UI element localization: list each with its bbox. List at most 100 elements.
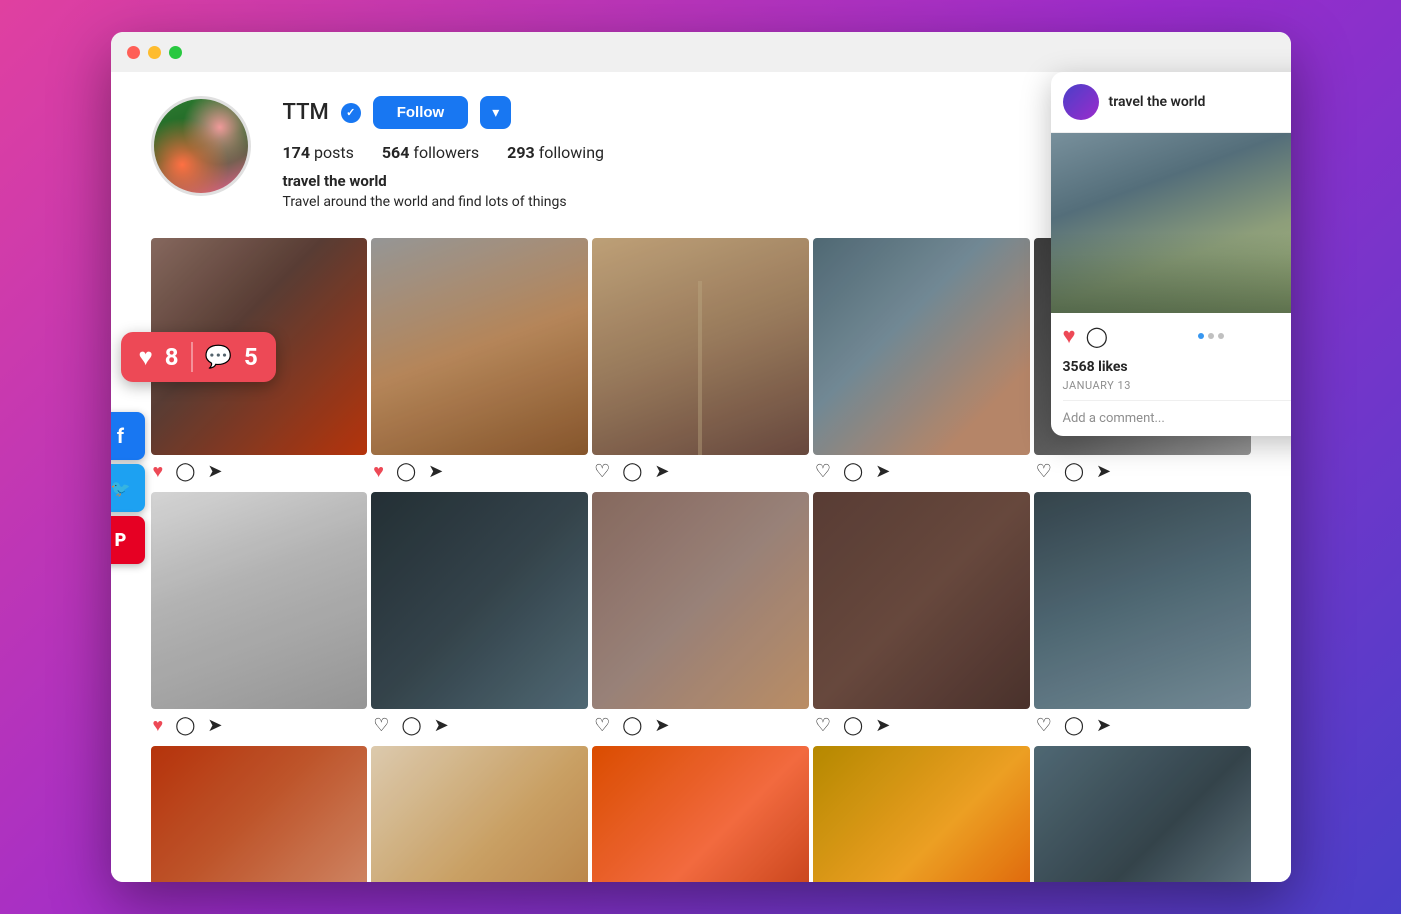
photo-actions: ◯ ➤ [1034, 455, 1251, 488]
username-label: TTM [283, 100, 329, 125]
comment-icon[interactable]: ◯ [843, 715, 863, 736]
dropdown-button[interactable]: ▾ [480, 96, 511, 129]
following-label: following [539, 143, 604, 162]
popup-likes-count: 3568 likes [1051, 359, 1291, 379]
list-item[interactable]: ◯ ➤ [813, 492, 1030, 742]
comment-icon[interactable]: ◯ [175, 461, 195, 482]
like-icon[interactable] [1036, 461, 1052, 482]
verified-badge: ✓ [341, 103, 361, 123]
comment-icon[interactable]: ◯ [1064, 461, 1084, 482]
carousel-dot[interactable] [1208, 333, 1214, 339]
like-icon[interactable] [153, 715, 164, 736]
social-sidebar: f 🐦 P [111, 412, 145, 564]
list-item[interactable] [592, 746, 809, 882]
photo-thumbnail [151, 492, 368, 709]
photo-actions: ◯ ➤ [371, 455, 588, 488]
popup-username: travel the world [1109, 94, 1206, 110]
list-item[interactable]: ◯ ➤ [592, 492, 809, 742]
comment-icon[interactable]: ◯ [401, 715, 421, 736]
popup-image [1051, 133, 1291, 313]
twitter-icon: 🐦 [111, 479, 131, 498]
photo-thumbnail [813, 238, 1030, 455]
photo-actions: ◯ ➤ [813, 455, 1030, 488]
share-icon[interactable]: ➤ [875, 715, 890, 736]
post-detail-popup: travel the world ♥ ◯ 🔖 3568 likes JANUAR… [1051, 72, 1291, 436]
popup-carousel-dots [1118, 333, 1291, 339]
popup-comment-icon[interactable]: ◯ [1086, 324, 1108, 348]
like-icon[interactable] [1036, 715, 1052, 736]
facebook-icon: f [117, 424, 124, 448]
list-item[interactable]: ◯ ➤ [592, 238, 809, 488]
list-item[interactable] [151, 746, 368, 882]
like-icon[interactable] [594, 715, 610, 736]
popup-date: JANUARY 13 [1051, 379, 1291, 400]
comment-icon[interactable]: ◯ [622, 461, 642, 482]
list-item[interactable] [813, 746, 1030, 882]
likes-count: 8 [165, 343, 179, 371]
list-item[interactable]: ◯ ➤ [151, 492, 368, 742]
twitter-share-button[interactable]: 🐦 [111, 464, 145, 512]
pinterest-icon: P [115, 530, 127, 551]
photo-actions: ◯ ➤ [813, 709, 1030, 742]
like-icon[interactable] [815, 461, 831, 482]
comment-icon[interactable]: ◯ [622, 715, 642, 736]
browser-window: TTM ✓ Follow ▾ 174 posts 564 followers [111, 32, 1291, 882]
following-count: 293 [507, 143, 535, 162]
photo-actions: ◯ ➤ [1034, 709, 1251, 742]
like-icon[interactable] [153, 461, 164, 482]
list-item[interactable] [371, 746, 588, 882]
comment-bubble-icon: 💬 [205, 345, 232, 370]
list-item[interactable]: ◯ ➤ [371, 492, 588, 742]
avatar [151, 96, 251, 196]
popup-comment-input[interactable]: Add a comment... [1051, 401, 1291, 436]
share-icon[interactable]: ➤ [1096, 461, 1111, 482]
list-item[interactable]: ◯ ➤ [1034, 492, 1251, 742]
share-icon[interactable]: ➤ [207, 461, 222, 482]
posts-stat: 174 posts [283, 143, 354, 162]
list-item[interactable]: ◯ ➤ [813, 238, 1030, 488]
comment-icon[interactable]: ◯ [175, 715, 195, 736]
share-icon[interactable]: ➤ [428, 461, 443, 482]
comment-icon[interactable]: ◯ [396, 461, 416, 482]
photo-thumbnail [1034, 746, 1251, 882]
carousel-dot[interactable] [1198, 333, 1204, 339]
photo-thumbnail [813, 746, 1030, 882]
popup-like-icon[interactable]: ♥ [1063, 323, 1076, 349]
pinterest-share-button[interactable]: P [111, 516, 145, 564]
badge-divider [191, 342, 193, 372]
list-item[interactable]: ◯ ➤ [371, 238, 588, 488]
like-icon[interactable] [815, 715, 831, 736]
close-button[interactable] [127, 46, 140, 59]
following-stat[interactable]: 293 following [507, 143, 604, 162]
comments-count: 5 [244, 343, 258, 371]
comment-icon[interactable]: ◯ [843, 461, 863, 482]
posts-count: 174 [283, 143, 311, 162]
share-icon[interactable]: ➤ [207, 715, 222, 736]
facebook-share-button[interactable]: f [111, 412, 145, 460]
heart-icon: ♥ [139, 343, 153, 372]
photo-thumbnail [1034, 492, 1251, 709]
photo-actions: ◯ ➤ [151, 455, 368, 488]
share-icon[interactable]: ➤ [654, 715, 669, 736]
photo-thumbnail [592, 238, 809, 455]
photo-actions: ◯ ➤ [371, 709, 588, 742]
carousel-dot[interactable] [1218, 333, 1224, 339]
share-icon[interactable]: ➤ [654, 461, 669, 482]
share-icon[interactable]: ➤ [434, 715, 449, 736]
posts-label: posts [314, 143, 354, 162]
follow-button[interactable]: Follow [373, 96, 469, 129]
followers-stat[interactable]: 564 followers [382, 143, 479, 162]
photo-thumbnail [813, 492, 1030, 709]
maximize-button[interactable] [169, 46, 182, 59]
notification-badge: ♥ 8 💬 5 [121, 332, 276, 382]
like-icon[interactable] [373, 715, 389, 736]
photo-actions: ◯ ➤ [592, 455, 809, 488]
like-icon[interactable] [373, 461, 384, 482]
list-item[interactable] [1034, 746, 1251, 882]
like-icon[interactable] [594, 461, 610, 482]
photo-thumbnail [592, 746, 809, 882]
share-icon[interactable]: ➤ [875, 461, 890, 482]
share-icon[interactable]: ➤ [1096, 715, 1111, 736]
minimize-button[interactable] [148, 46, 161, 59]
comment-icon[interactable]: ◯ [1064, 715, 1084, 736]
